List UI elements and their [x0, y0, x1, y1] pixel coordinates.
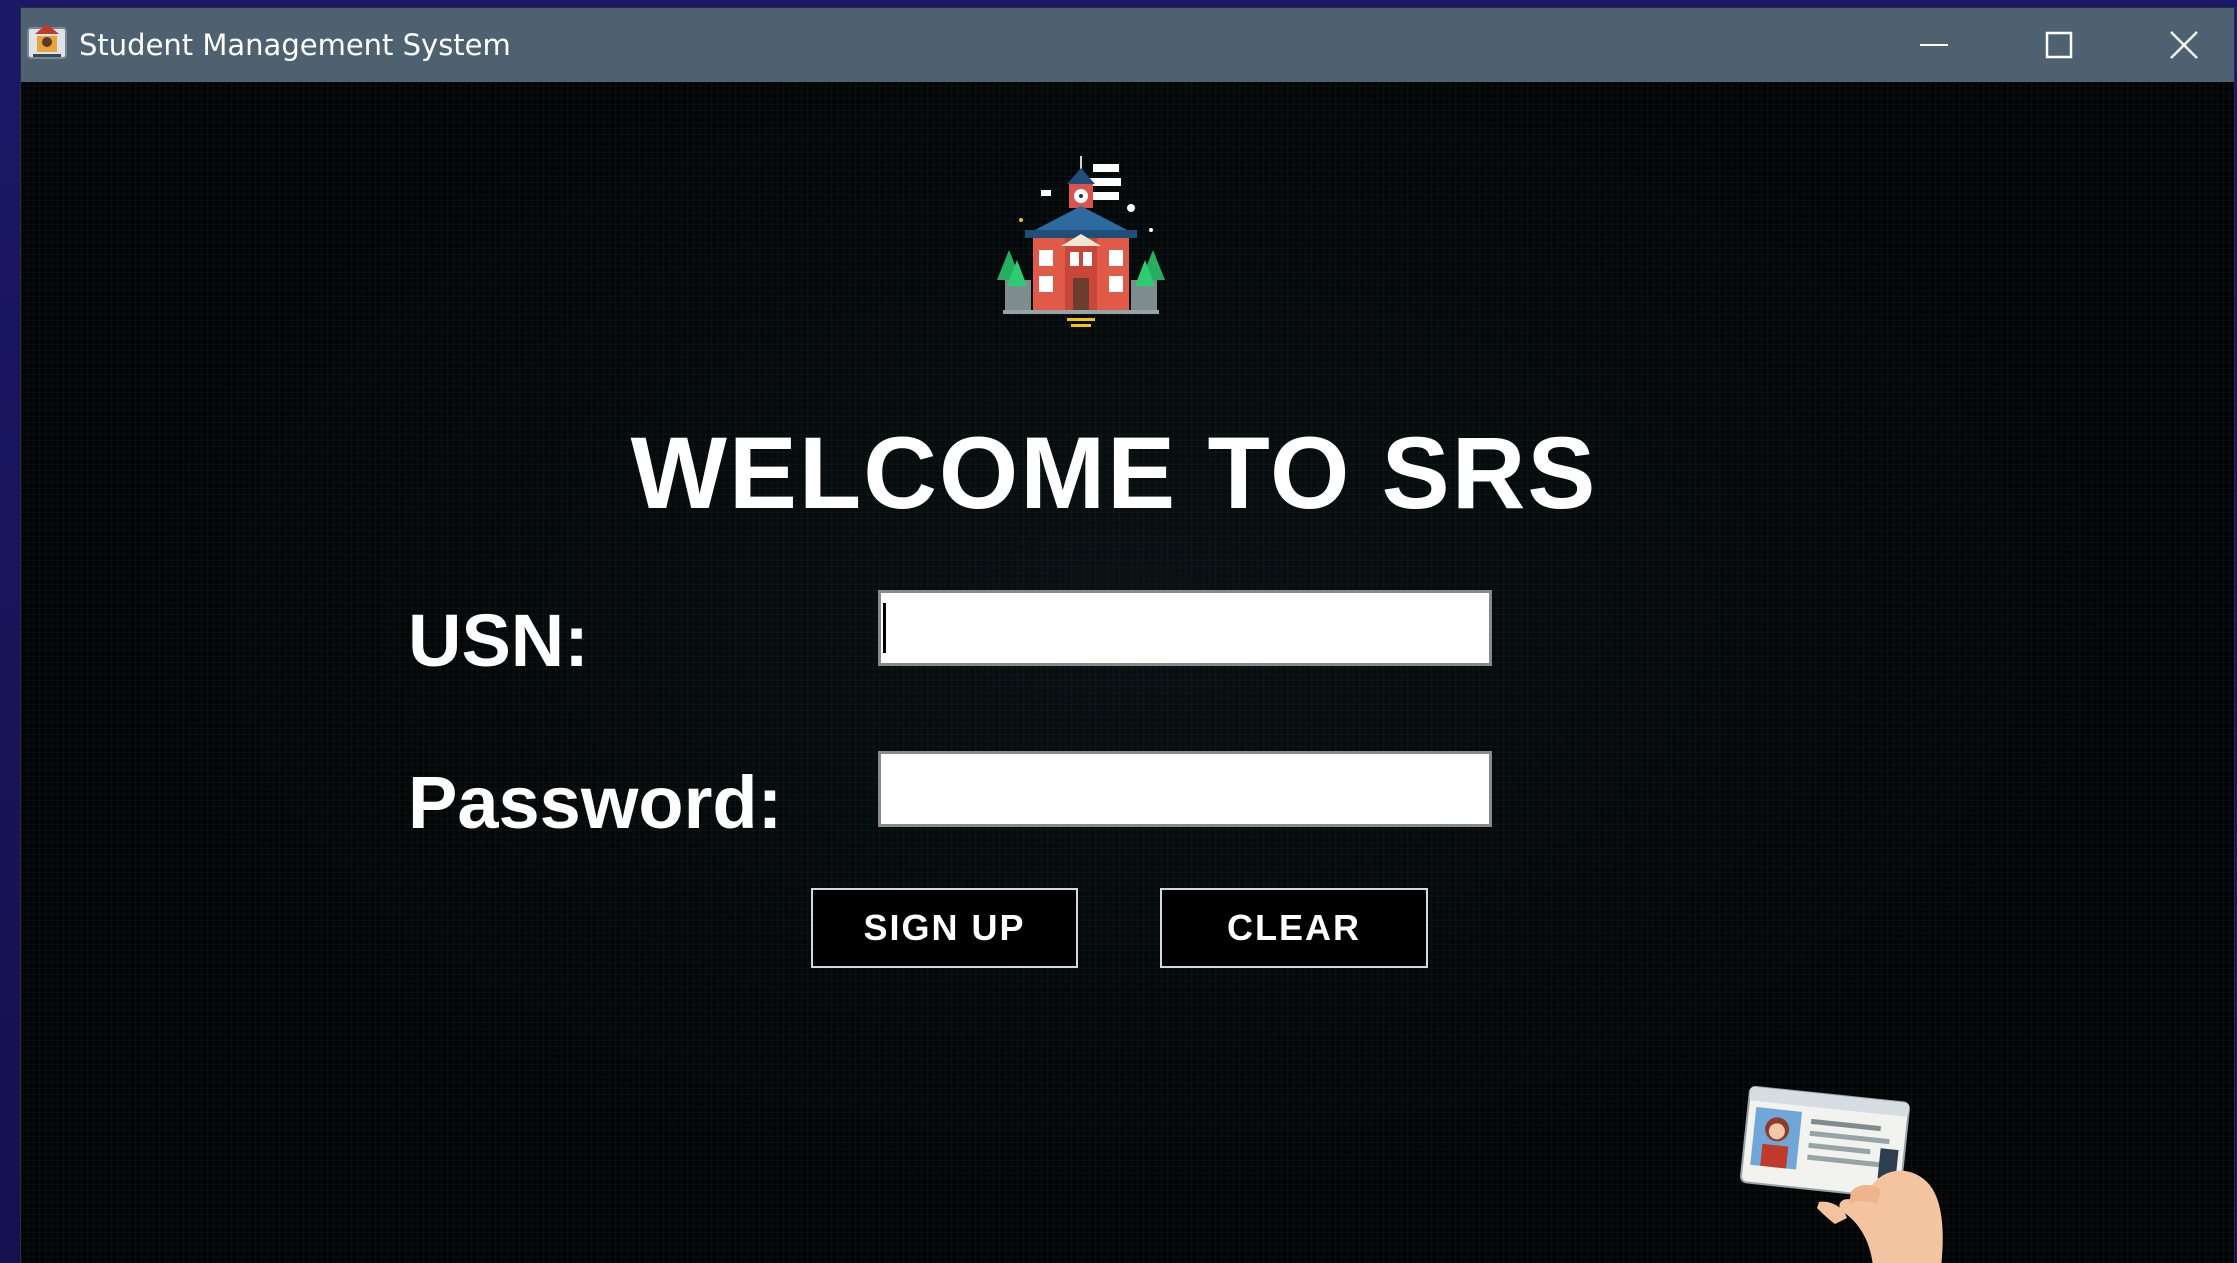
- password-input[interactable]: [878, 751, 1492, 827]
- close-button[interactable]: [2124, 8, 2234, 82]
- text-caret: [883, 603, 886, 653]
- hand-holding-id-card-icon: [1739, 1085, 1943, 1263]
- window-title: Student Management System: [79, 28, 511, 62]
- password-label: Password:: [408, 761, 783, 844]
- title-bar[interactable]: Student Management System: [21, 8, 2234, 82]
- welcome-heading: WELCOME TO SRS: [630, 416, 1598, 530]
- login-panel: WELCOME TO SRS USN: Password: SIGN UP CL…: [21, 82, 2234, 1263]
- maximize-icon: [2045, 31, 2073, 59]
- sign-up-button[interactable]: SIGN UP: [811, 888, 1078, 968]
- school-building-icon: [997, 156, 1165, 327]
- minimize-button[interactable]: [1874, 8, 1994, 82]
- app-window: Student Management System WELCOME TO SRS…: [21, 8, 2234, 1263]
- close-icon: [2170, 31, 2198, 59]
- maximize-button[interactable]: [1999, 8, 2119, 82]
- app-icon: [27, 24, 67, 59]
- usn-input[interactable]: [878, 590, 1492, 666]
- usn-label: USN:: [408, 599, 589, 682]
- clear-button[interactable]: CLEAR: [1160, 888, 1428, 968]
- minimize-icon: [1920, 44, 1948, 46]
